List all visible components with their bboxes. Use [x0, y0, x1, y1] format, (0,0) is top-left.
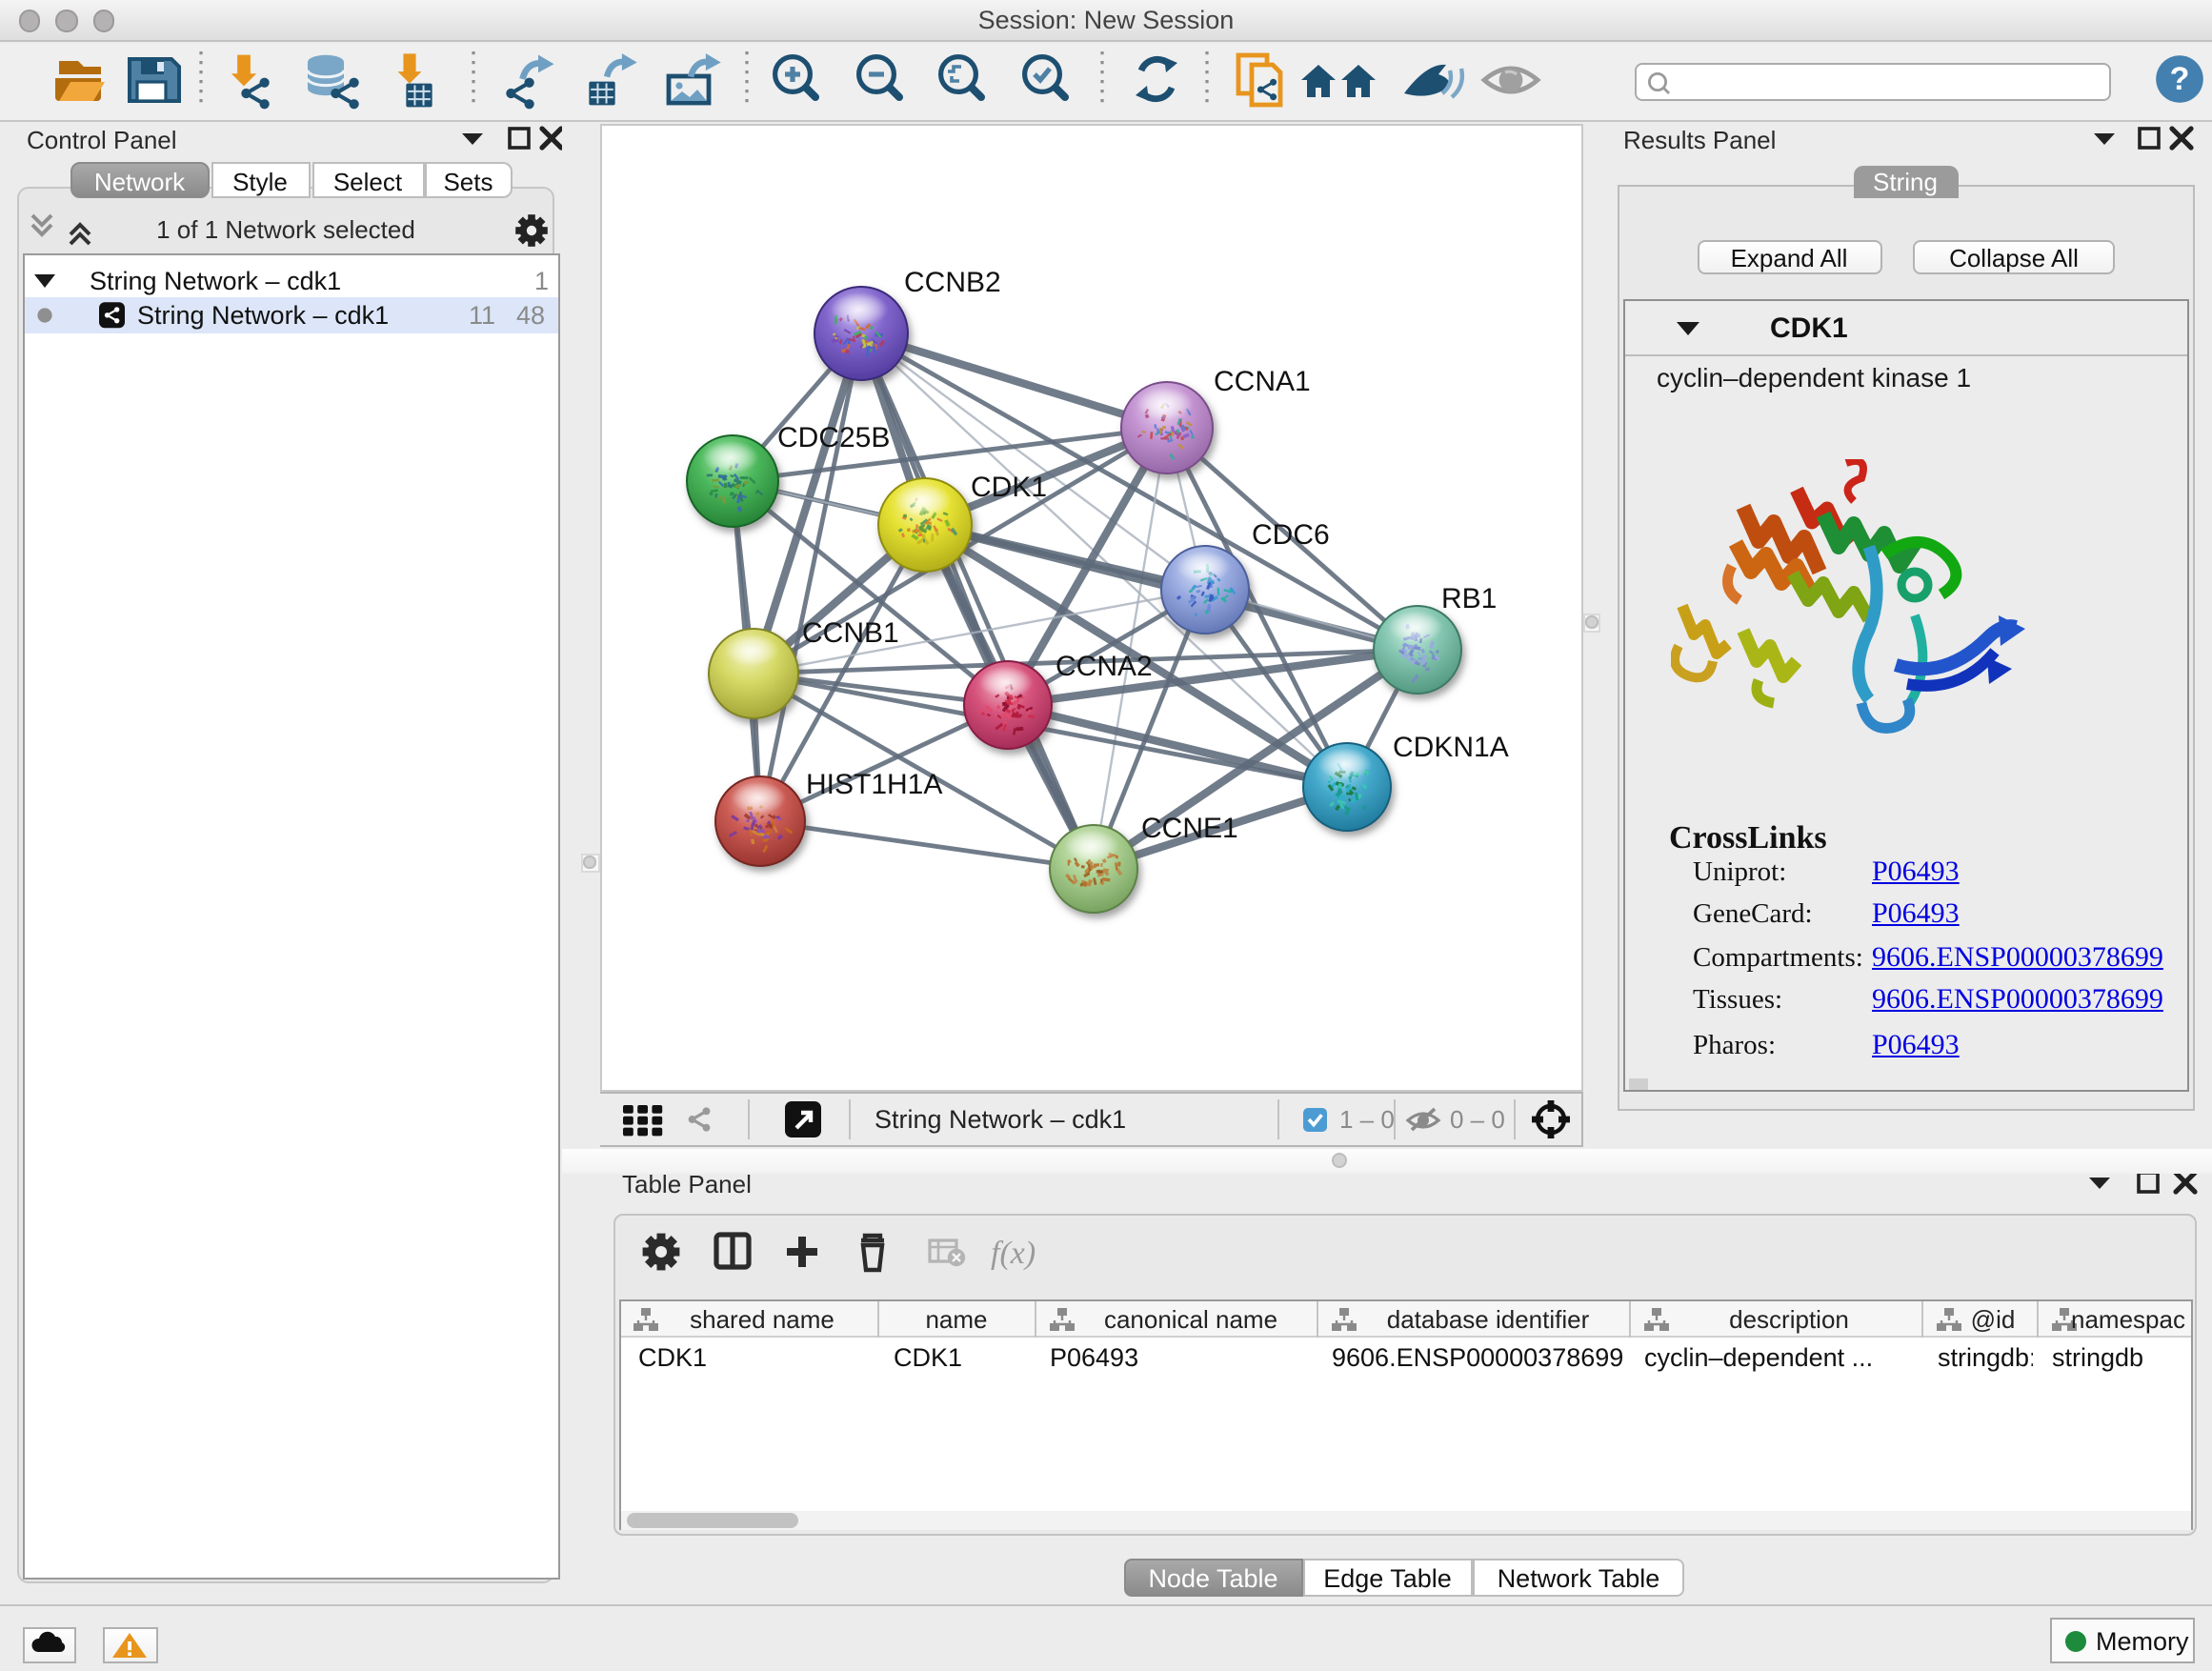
- svg-text:48: 48: [516, 301, 545, 330]
- svg-text:stringdb: stringdb: [2051, 1342, 2142, 1371]
- svg-text:CCNB2: CCNB2: [903, 267, 1000, 298]
- svg-text:RB1: RB1: [1440, 583, 1496, 614]
- svg-text:0 – 0: 0 – 0: [1449, 1105, 1504, 1134]
- svg-text:1 – 0: 1 – 0: [1338, 1105, 1394, 1134]
- svg-text:CCNB1: CCNB1: [801, 617, 898, 649]
- svg-text:String Network – cdk1: String Network – cdk1: [137, 301, 389, 330]
- svg-text:CDC25B: CDC25B: [776, 422, 889, 453]
- svg-text:CCNE1: CCNE1: [1140, 813, 1237, 844]
- svg-text:cyclin–dependent ...: cyclin–dependent ...: [1643, 1342, 1872, 1371]
- svg-text:CDKN1A: CDKN1A: [1392, 732, 1508, 763]
- svg-text:canonical name: canonical name: [1103, 1304, 1277, 1333]
- svg-text:description: description: [1728, 1304, 1848, 1333]
- svg-text:CDC6: CDC6: [1251, 519, 1329, 551]
- svg-text:11: 11: [469, 301, 495, 330]
- svg-text:CCNA2: CCNA2: [1055, 651, 1152, 682]
- svg-text:f(x): f(x): [990, 1235, 1035, 1270]
- svg-text:HIST1H1A: HIST1H1A: [805, 769, 941, 800]
- svg-text:CDK1: CDK1: [637, 1342, 706, 1371]
- svg-text:CCNA1: CCNA1: [1213, 366, 1310, 397]
- svg-text:String Network – cdk1: String Network – cdk1: [90, 267, 341, 295]
- svg-text:@id: @id: [1970, 1304, 2015, 1333]
- svg-text:shared name: shared name: [689, 1304, 834, 1333]
- svg-text:namespac: namespac: [2070, 1304, 2184, 1333]
- svg-text:database identifier: database identifier: [1386, 1304, 1589, 1333]
- svg-text:String Network – cdk1: String Network – cdk1: [874, 1105, 1125, 1134]
- svg-text:CDK1: CDK1: [970, 472, 1046, 503]
- svg-text:1: 1: [534, 267, 549, 295]
- svg-text:9606.ENSP00000378699: 9606.ENSP00000378699: [1331, 1342, 1622, 1371]
- svg-text:P06493: P06493: [1049, 1342, 1137, 1371]
- svg-text:CDK1: CDK1: [893, 1342, 961, 1371]
- svg-text:name: name: [924, 1304, 986, 1333]
